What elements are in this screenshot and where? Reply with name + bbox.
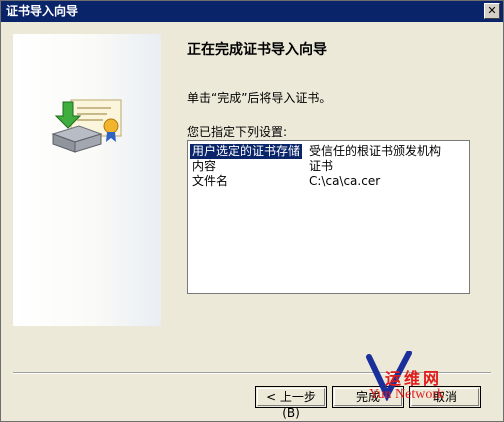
wizard-sidebar — [13, 34, 161, 326]
wizard-description: 单击“完成”后将导入证书。 — [187, 91, 332, 105]
settings-label: 您已指定下列设置: — [187, 125, 288, 139]
cancel-button-label: 取消 — [411, 388, 479, 406]
settings-key: 内容 — [192, 159, 217, 173]
settings-value: 受信任的根证书颁发机构 — [309, 144, 442, 158]
certificate-import-wizard-window: 证书导入向导 ✕ 正在完成证书导入向导 单击“完成”后将导入证书。 您已指定下列… — [0, 0, 504, 422]
finish-button-label: 完成 — [334, 388, 402, 406]
close-icon: ✕ — [487, 4, 497, 17]
close-button[interactable]: ✕ — [484, 3, 500, 19]
back-button[interactable]: < 上一步(B) — [255, 386, 327, 420]
settings-value: 证书 — [309, 159, 334, 173]
settings-key: 文件名 — [192, 174, 229, 188]
wizard-heading: 正在完成证书导入向导 — [187, 42, 327, 58]
title-bar[interactable]: 证书导入向导 ✕ — [1, 1, 503, 22]
settings-value: C:\ca\ca.cer — [309, 174, 381, 188]
wizard-body: 正在完成证书导入向导 单击“完成”后将导入证书。 您已指定下列设置: 用户选定的… — [1, 22, 503, 421]
button-separator — [13, 372, 491, 374]
certificate-import-icon — [51, 99, 122, 153]
settings-list[interactable]: 用户选定的证书存储 受信任的根证书颁发机构 内容 证书 文件名 C:\ca\ca… — [187, 140, 470, 294]
back-button-label: < 上一步(B) — [257, 388, 325, 420]
cancel-button[interactable]: 取消 — [409, 386, 481, 408]
finish-button[interactable]: 完成 — [332, 386, 404, 408]
settings-key: 用户选定的证书存储 — [190, 144, 303, 159]
window-title: 证书导入向导 — [6, 4, 79, 18]
